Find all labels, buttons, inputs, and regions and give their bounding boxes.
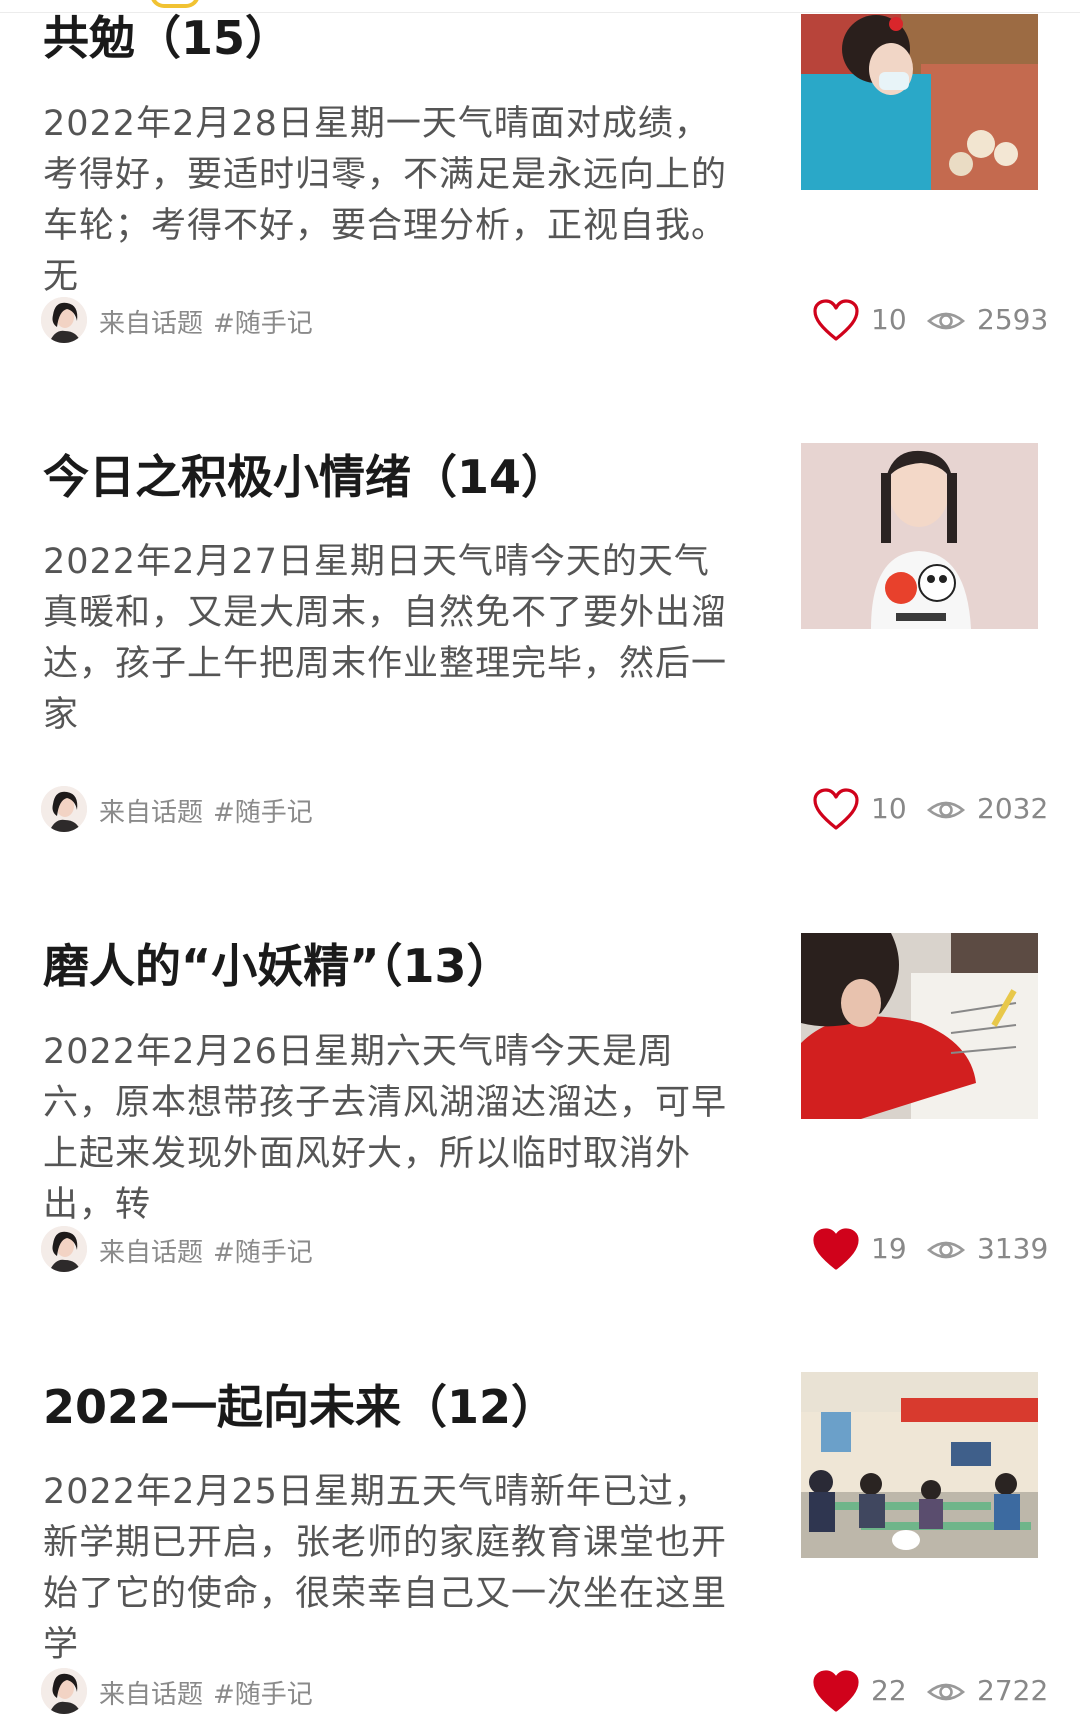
post-meta: 来自话题 #随手记 10 2032 (41, 786, 1048, 836)
post-source: 来自话题 #随手记 (99, 303, 313, 340)
eye-icon (926, 312, 966, 330)
like-count: 10 (871, 303, 907, 336)
post-card[interactable]: 2022一起向未来（12） 2022年2月25日星期五天气晴新年已过，新学期已开… (0, 1370, 1080, 1714)
topic-tag[interactable]: #随手记 (213, 309, 313, 339)
author-avatar[interactable] (41, 786, 87, 832)
source-label: 来自话题 (99, 1238, 204, 1268)
post-meta: 来自话题 #随手记 10 2593 (41, 297, 1048, 347)
post-thumbnail[interactable] (801, 443, 1038, 629)
heart-icon[interactable] (811, 786, 861, 832)
eye-icon (926, 801, 966, 819)
post-meta: 来自话题 #随手记 19 3139 (41, 1226, 1048, 1276)
post-excerpt[interactable]: 2022年2月28日星期一天气晴面对成绩，考得好，要适时归零，不满足是永远向上的… (43, 99, 727, 303)
post-title[interactable]: 共勉（15） (43, 8, 291, 68)
post-thumbnail[interactable] (801, 1372, 1038, 1558)
post-card[interactable]: 今日之积极小情绪（14） 2022年2月27日星期日天气晴今天的天气真暖和，又是… (0, 440, 1080, 840)
author-avatar[interactable] (41, 297, 87, 343)
like-count: 19 (871, 1232, 907, 1265)
parents-classroom-photo (801, 1372, 1038, 1558)
eye-icon (926, 1241, 966, 1259)
source-label: 来自话题 (99, 309, 204, 339)
topic-tag[interactable]: #随手记 (213, 798, 313, 828)
post-title[interactable]: 磨人的“小妖精”（13） (43, 936, 512, 996)
topic-tag[interactable]: #随手记 (213, 1238, 313, 1268)
post-title[interactable]: 2022一起向未来（12） (43, 1377, 557, 1437)
post-source: 来自话题 #随手记 (99, 792, 313, 829)
post-excerpt[interactable]: 2022年2月27日星期日天气晴今天的天气真暖和，又是大周末，自然免不了要外出溜… (43, 537, 727, 741)
girl-with-olympic-mascots-photo (801, 443, 1038, 629)
post-card[interactable]: 共勉（15） 2022年2月28日星期一天气晴面对成绩，考得好，要适时归零，不满… (0, 0, 1080, 400)
like-count: 10 (871, 792, 907, 825)
post-meta: 来自话题 #随手记 22 2722 (41, 1668, 1048, 1718)
view-count: 2593 (977, 303, 1049, 336)
post-thumbnail[interactable] (801, 14, 1038, 190)
post-source: 来自话题 #随手记 (99, 1674, 313, 1711)
view-count: 2032 (977, 792, 1049, 825)
post-excerpt[interactable]: 2022年2月26日星期六天气晴今天是周六，原本想带孩子去清风湖溜达溜达，可早上… (43, 1027, 727, 1231)
view-count: 2722 (977, 1674, 1049, 1707)
heart-icon[interactable] (811, 1226, 861, 1272)
post-source: 来自话题 #随手记 (99, 1232, 313, 1269)
author-avatar[interactable] (41, 1226, 87, 1272)
post-title[interactable]: 今日之积极小情绪（14） (43, 447, 567, 507)
heart-icon[interactable] (811, 297, 861, 343)
eye-icon (926, 1683, 966, 1701)
author-avatar[interactable] (41, 1668, 87, 1714)
view-count: 3139 (977, 1232, 1049, 1265)
post-card[interactable]: 磨人的“小妖精”（13） 2022年2月26日星期六天气晴今天是周六，原本想带孩… (0, 930, 1080, 1330)
heart-icon[interactable] (811, 1668, 861, 1714)
source-label: 来自话题 (99, 798, 204, 828)
like-count: 22 (871, 1674, 907, 1707)
post-thumbnail[interactable] (801, 933, 1038, 1119)
post-excerpt[interactable]: 2022年2月25日星期五天气晴新年已过，新学期已开启，张老师的家庭教育课堂也开… (43, 1467, 727, 1671)
girl-at-food-market-photo (801, 14, 1038, 190)
girl-doing-homework-photo (801, 933, 1038, 1119)
